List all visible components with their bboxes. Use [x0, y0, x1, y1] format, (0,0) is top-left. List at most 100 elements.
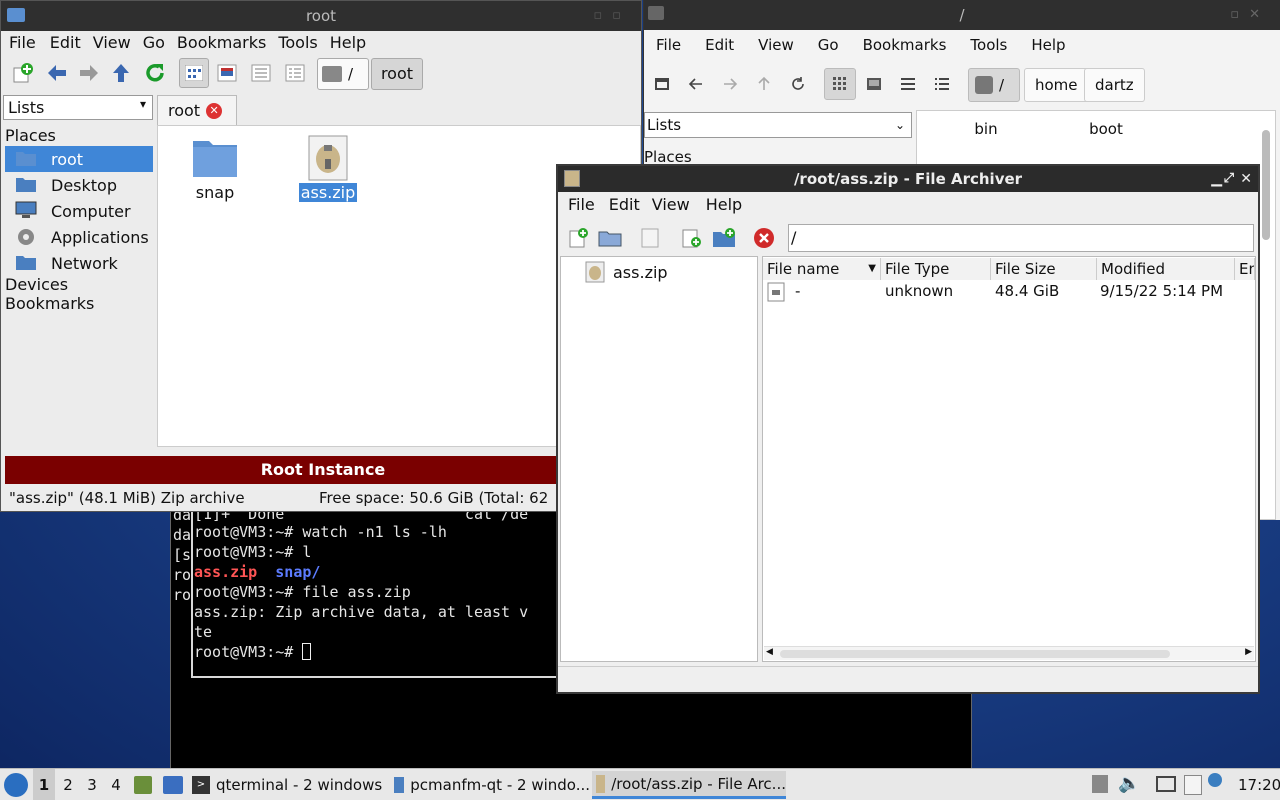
- sidebar-item-applications[interactable]: Applications: [5, 224, 153, 250]
- back-arrow-icon[interactable]: [682, 70, 710, 98]
- column-file-size[interactable]: File Size: [991, 258, 1097, 280]
- menu-help[interactable]: Help: [324, 33, 372, 52]
- reload-icon[interactable]: [784, 70, 812, 98]
- desktop-1[interactable]: 1: [33, 769, 55, 800]
- file-archiver-window[interactable]: /root/ass.zip - File Archiver ▁ ⤢ ✕ File…: [556, 164, 1260, 694]
- crumb-home[interactable]: home: [1024, 68, 1089, 102]
- menu-file[interactable]: File: [558, 194, 605, 216]
- file-item-ass-zip[interactable]: ass.zip: [297, 135, 359, 202]
- stop-icon[interactable]: [750, 224, 778, 252]
- desktop-3[interactable]: 3: [81, 769, 103, 800]
- column-file-name[interactable]: File name ▼: [763, 258, 881, 280]
- window-titlebar[interactable]: /root/ass.zip - File Archiver ▁ ⤢ ✕: [558, 166, 1258, 192]
- back-arrow-icon[interactable]: [43, 59, 71, 87]
- sidebar-item-root[interactable]: root: [5, 146, 153, 172]
- terminal-prompt[interactable]: root@VM3:~#: [194, 642, 312, 662]
- clock[interactable]: 17:20: [1238, 769, 1280, 800]
- menu-go[interactable]: Go: [806, 36, 851, 54]
- desktop-2[interactable]: 2: [57, 769, 79, 800]
- menu-tools[interactable]: Tools: [958, 36, 1019, 54]
- new-archive-icon[interactable]: [564, 224, 592, 252]
- menu-edit[interactable]: Edit: [605, 194, 644, 216]
- thumbnail-view-icon[interactable]: [213, 59, 241, 87]
- folder-tree[interactable]: ass.zip: [560, 256, 758, 662]
- menu-tools[interactable]: Tools: [272, 33, 323, 52]
- file-manager-launcher-icon[interactable]: [134, 776, 152, 794]
- file-item-snap[interactable]: snap: [185, 135, 245, 202]
- add-folder-icon[interactable]: [710, 224, 738, 252]
- column-encrypted[interactable]: Enc: [1235, 258, 1255, 280]
- file-manager-window-left[interactable]: root ▫▫ File Edit View Go Bookmarks Tool…: [0, 0, 642, 512]
- task-pcmanfm[interactable]: pcmanfm-qt - 2 windo...: [394, 771, 590, 799]
- menu-edit[interactable]: Edit: [44, 33, 87, 52]
- close-icon[interactable]: ✕: [1240, 166, 1252, 192]
- forward-arrow-icon[interactable]: [75, 59, 103, 87]
- bookmarks-header[interactable]: Bookmarks: [5, 294, 94, 313]
- tab-root[interactable]: root ✕: [157, 95, 237, 125]
- menu-go[interactable]: Go: [137, 33, 171, 52]
- new-window-icon[interactable]: [648, 70, 676, 98]
- update-notifier-icon[interactable]: [1208, 773, 1222, 787]
- menu-file[interactable]: File: [1, 33, 44, 52]
- side-pane-select[interactable]: Lists ⌄: [644, 112, 912, 138]
- compact-view-icon[interactable]: [894, 70, 922, 98]
- volume-icon[interactable]: 🔈: [1118, 773, 1140, 794]
- clipboard-icon[interactable]: [1184, 775, 1202, 795]
- close-tab-icon[interactable]: ✕: [206, 102, 223, 119]
- path-root-button[interactable]: /: [968, 68, 1020, 102]
- thumbnail-view-icon[interactable]: [860, 70, 888, 98]
- column-modified[interactable]: Modified: [1097, 258, 1235, 280]
- open-archive-icon[interactable]: [596, 224, 624, 252]
- column-file-type[interactable]: File Type: [881, 258, 991, 280]
- sidebar-item-computer[interactable]: Computer: [5, 198, 153, 224]
- window-controls[interactable]: ▫▫: [593, 1, 631, 31]
- detailed-view-icon[interactable]: [928, 70, 956, 98]
- menu-bookmarks[interactable]: Bookmarks: [171, 33, 272, 52]
- start-menu-icon[interactable]: [4, 773, 28, 797]
- menu-bookmarks[interactable]: Bookmarks: [851, 36, 959, 54]
- crumb-dartz[interactable]: dartz: [1084, 68, 1145, 102]
- tree-item-archive[interactable]: ass.zip: [585, 261, 668, 283]
- file-item-boot[interactable]: boot: [1084, 120, 1128, 138]
- minimize-icon[interactable]: ▁: [1211, 166, 1222, 192]
- task-file-archiver[interactable]: /root/ass.zip - File Arc...: [592, 771, 786, 799]
- reload-icon[interactable]: [141, 59, 169, 87]
- crumb-root[interactable]: root: [371, 58, 423, 90]
- menu-view[interactable]: View: [644, 194, 698, 216]
- new-tab-icon[interactable]: [9, 59, 37, 87]
- desktop-4[interactable]: 4: [105, 769, 127, 800]
- window-titlebar[interactable]: root ▫▫: [1, 1, 641, 31]
- compact-view-icon[interactable]: [247, 59, 275, 87]
- scrollbar[interactable]: [1262, 130, 1270, 240]
- window-titlebar[interactable]: / ▫✕: [644, 0, 1280, 30]
- forward-arrow-icon[interactable]: [716, 70, 744, 98]
- menu-help[interactable]: Help: [1019, 36, 1077, 54]
- show-desktop-icon[interactable]: [163, 776, 183, 794]
- icon-view-icon[interactable]: [824, 68, 856, 100]
- sidebar-item-network[interactable]: Network: [5, 250, 153, 276]
- side-pane-select[interactable]: Lists ▾: [3, 95, 153, 120]
- path-input[interactable]: /: [788, 224, 1254, 252]
- task-qterminal[interactable]: > qterminal - 2 windows: [192, 771, 388, 799]
- menu-edit[interactable]: Edit: [693, 36, 746, 54]
- menu-view[interactable]: View: [87, 33, 137, 52]
- up-arrow-icon[interactable]: [107, 59, 135, 87]
- icon-view-icon[interactable]: [179, 58, 209, 88]
- sidebar-item-desktop[interactable]: Desktop: [5, 172, 153, 198]
- detailed-view-icon[interactable]: [281, 59, 309, 87]
- file-item-bin[interactable]: bin: [964, 120, 1008, 138]
- menu-help[interactable]: Help: [698, 194, 750, 216]
- table-row[interactable]: - unknown 48.4 GiB 9/15/22 5:14 PM: [763, 280, 1255, 304]
- extract-icon[interactable]: [636, 224, 664, 252]
- network-icon[interactable]: [1156, 776, 1176, 792]
- file-list[interactable]: [762, 256, 1256, 662]
- menu-file[interactable]: File: [644, 36, 693, 54]
- devices-header[interactable]: Devices: [5, 275, 68, 294]
- tray-up-icon[interactable]: [1092, 775, 1108, 793]
- window-controls[interactable]: ▫✕: [1230, 0, 1270, 30]
- path-root-button[interactable]: /: [317, 58, 369, 90]
- add-files-icon[interactable]: [678, 224, 706, 252]
- maximize-icon[interactable]: ⤢: [1224, 166, 1234, 192]
- menu-view[interactable]: View: [746, 36, 806, 54]
- up-arrow-icon[interactable]: [750, 70, 778, 98]
